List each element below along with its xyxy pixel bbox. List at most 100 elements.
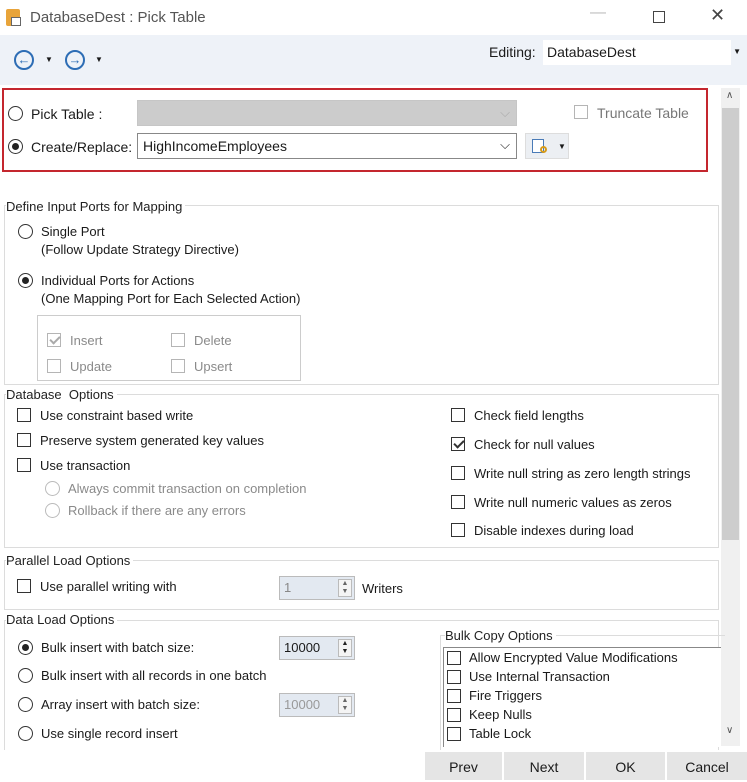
- scrollbar-thumb[interactable]: [722, 108, 739, 540]
- spin-arrows-icon[interactable]: ▲ ▼: [338, 579, 352, 597]
- preserve-keys-label: Preserve system generated key values: [40, 433, 264, 448]
- disable-indexes-label: Disable indexes during load: [474, 523, 634, 538]
- create-replace-combobox[interactable]: HighIncomeEmployees ⌵: [137, 133, 517, 159]
- scroll-up-icon[interactable]: ∧: [726, 90, 733, 101]
- cancel-button[interactable]: Cancel: [666, 752, 747, 780]
- bulk-copy-checkbox[interactable]: [447, 708, 461, 722]
- delete-label: Delete: [194, 333, 232, 348]
- close-button[interactable]: ✕: [710, 5, 725, 26]
- array-batch-radio[interactable]: [18, 697, 33, 712]
- bulk-all-radio[interactable]: [18, 668, 33, 683]
- create-replace-radio[interactable]: [8, 139, 23, 154]
- array-batch-label: Array insert with batch size:: [41, 697, 200, 712]
- single-port-sublabel: (Follow Update Strategy Directive): [41, 242, 239, 257]
- single-record-radio[interactable]: [18, 726, 33, 741]
- upsert-checkbox[interactable]: [171, 359, 185, 373]
- bulk-copy-label: Table Lock: [469, 726, 532, 741]
- input-ports-title: Define Input Ports for Mapping: [6, 199, 186, 214]
- bulk-copy-title: Bulk Copy Options: [445, 628, 556, 643]
- parallel-writing-checkbox[interactable]: [17, 579, 31, 593]
- chevron-down-icon: ⌵: [500, 105, 510, 120]
- null-string-checkbox[interactable]: [451, 466, 465, 480]
- editing-label: Editing:: [489, 44, 536, 60]
- update-checkbox[interactable]: [47, 359, 61, 373]
- data-load-title: Data Load Options: [6, 612, 118, 627]
- bulk-batch-value: 10000: [284, 640, 321, 655]
- bulk-copy-checkbox[interactable]: [447, 670, 461, 684]
- parallel-writing-label: Use parallel writing with: [40, 579, 177, 594]
- spin-arrows-icon[interactable]: ▲ ▼: [338, 696, 352, 714]
- single-port-label: Single Port: [41, 224, 105, 239]
- individual-ports-sublabel: (One Mapping Port for Each Selected Acti…: [41, 291, 301, 306]
- array-batch-stepper[interactable]: 10000 ▲ ▼: [279, 693, 355, 717]
- parallel-load-title: Parallel Load Options: [6, 553, 134, 568]
- check-null-checkbox[interactable]: [451, 437, 465, 451]
- single-record-label: Use single record insert: [41, 726, 178, 741]
- create-replace-label: Create/Replace:: [31, 139, 133, 155]
- forward-dropdown-icon[interactable]: ▼: [95, 55, 103, 64]
- bulk-copy-label: Fire Triggers: [469, 688, 542, 703]
- database-options-title: Database Options: [6, 387, 117, 402]
- update-label: Update: [70, 359, 112, 374]
- bulk-batch-radio[interactable]: [18, 640, 33, 655]
- prev-button[interactable]: Prev: [424, 752, 502, 780]
- constraint-write-label: Use constraint based write: [40, 408, 194, 423]
- insert-label: Insert: [70, 333, 103, 348]
- bulk-copy-label: Use Internal Transaction: [469, 669, 610, 684]
- use-transaction-label: Use transaction: [40, 458, 131, 473]
- null-numeric-checkbox[interactable]: [451, 495, 465, 509]
- bulk-copy-label: Keep Nulls: [469, 707, 532, 722]
- single-port-radio[interactable]: [18, 224, 33, 239]
- back-dropdown-icon[interactable]: ▼: [45, 55, 53, 64]
- minimize-button[interactable]: —: [590, 4, 606, 22]
- bulk-batch-stepper[interactable]: 10000 ▲ ▼: [279, 636, 355, 660]
- null-numeric-label: Write null numeric values as zeros: [474, 495, 672, 510]
- check-field-lengths-checkbox[interactable]: [451, 408, 465, 422]
- bulk-batch-label: Bulk insert with batch size:: [41, 640, 195, 655]
- writers-stepper[interactable]: 1 ▲ ▼: [279, 576, 355, 600]
- bulk-copy-label: Allow Encrypted Value Modifications: [469, 650, 678, 665]
- always-commit-radio[interactable]: [45, 481, 60, 496]
- spin-arrows-icon[interactable]: ▲ ▼: [338, 639, 352, 657]
- next-button[interactable]: Next: [503, 752, 584, 780]
- editing-select[interactable]: DatabaseDest ▼: [543, 40, 741, 65]
- rollback-label: Rollback if there are any errors: [68, 503, 246, 518]
- chevron-down-icon: ▼: [733, 47, 741, 56]
- null-string-label: Write null string as zero length strings: [474, 466, 691, 481]
- array-batch-value: 10000: [284, 697, 321, 712]
- check-field-lengths-label: Check field lengths: [474, 408, 584, 423]
- ok-button[interactable]: OK: [585, 752, 665, 780]
- individual-ports-label: Individual Ports for Actions: [41, 273, 195, 288]
- maximize-button[interactable]: [653, 11, 665, 23]
- delete-checkbox[interactable]: [171, 333, 185, 347]
- writers-value: 1: [284, 580, 292, 595]
- constraint-write-checkbox[interactable]: [17, 408, 31, 422]
- chevron-down-icon: ⌵: [500, 137, 510, 152]
- back-icon[interactable]: ←: [14, 50, 34, 70]
- scroll-down-icon[interactable]: ∨: [726, 725, 733, 736]
- truncate-table-label: Truncate Table: [597, 105, 689, 121]
- preserve-keys-checkbox[interactable]: [17, 433, 31, 447]
- upsert-label: Upsert: [194, 359, 233, 374]
- pick-table-label: Pick Table :: [31, 106, 103, 122]
- truncate-table-checkbox[interactable]: [574, 105, 588, 119]
- individual-ports-radio[interactable]: [18, 273, 33, 288]
- forward-icon[interactable]: →: [65, 50, 85, 70]
- pick-table-radio[interactable]: [8, 106, 23, 121]
- insert-checkbox[interactable]: [47, 333, 61, 347]
- bulk-copy-checkbox[interactable]: [447, 651, 461, 665]
- app-icon: [6, 9, 21, 26]
- bulk-all-label: Bulk insert with all records in one batc…: [41, 668, 267, 683]
- disable-indexes-checkbox[interactable]: [451, 523, 465, 537]
- browse-table-button[interactable]: ▼: [525, 133, 569, 159]
- writers-label: Writers: [362, 581, 403, 596]
- always-commit-label: Always commit transaction on completion: [68, 481, 307, 496]
- bulk-copy-checkbox[interactable]: [447, 727, 461, 741]
- window-title: DatabaseDest : Pick Table: [30, 9, 206, 26]
- bulk-copy-checkbox[interactable]: [447, 689, 461, 703]
- dropdown-icon: ▼: [558, 142, 566, 151]
- rollback-radio[interactable]: [45, 503, 60, 518]
- pick-table-select[interactable]: ⌵: [137, 100, 517, 126]
- check-null-label: Check for null values: [474, 437, 595, 452]
- use-transaction-checkbox[interactable]: [17, 458, 31, 472]
